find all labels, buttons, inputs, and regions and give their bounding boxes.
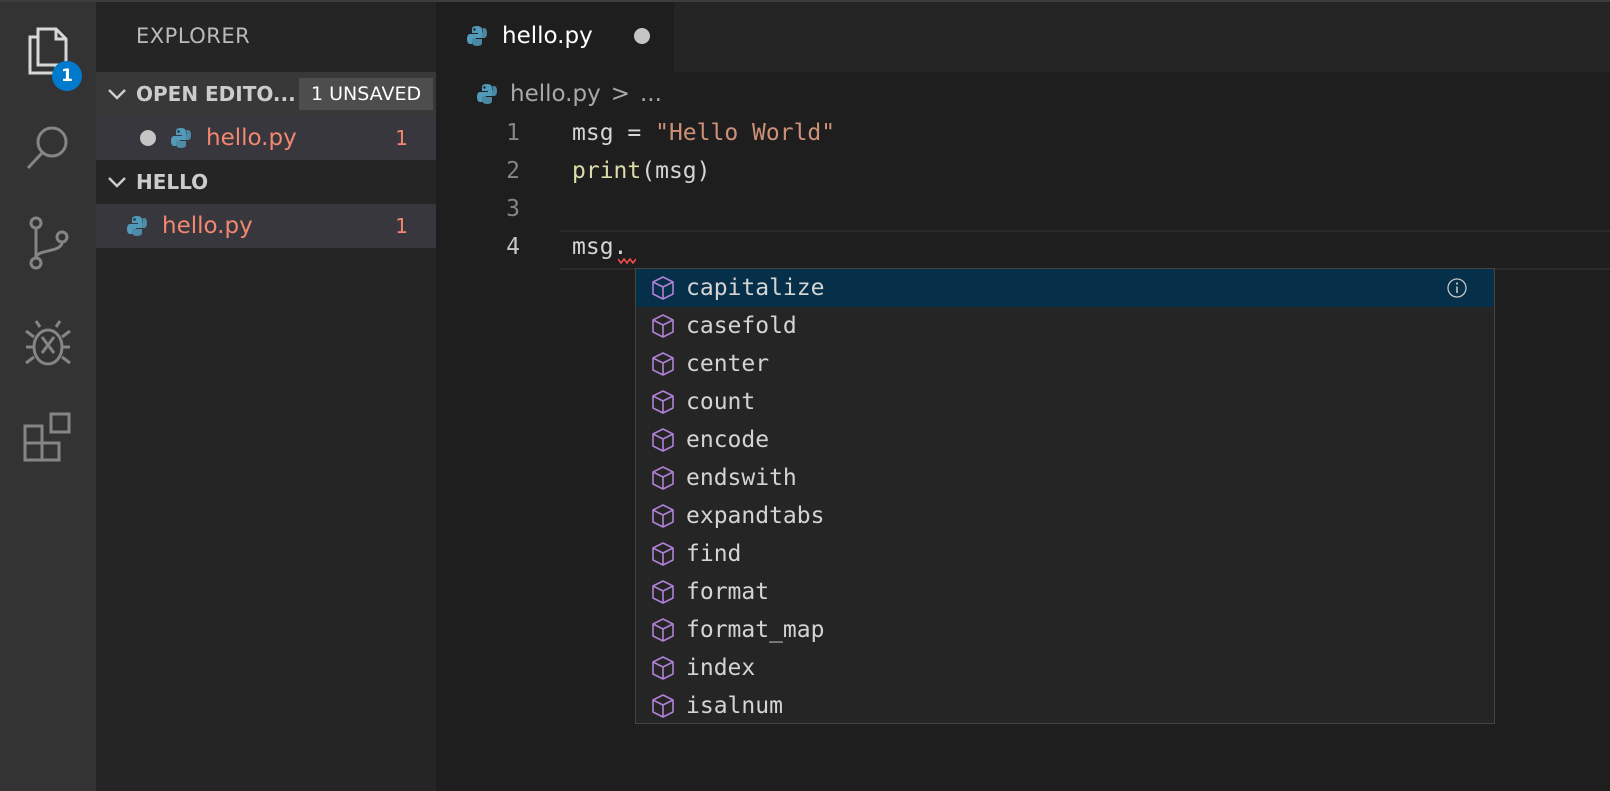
suggestion-item[interactable]: count xyxy=(636,383,1494,421)
python-file-icon xyxy=(170,127,192,149)
code-line-1[interactable]: msg = "Hello World" xyxy=(572,120,835,146)
method-icon xyxy=(650,617,676,643)
problems-count: 1 xyxy=(395,126,408,150)
suggestion-label: count xyxy=(686,389,756,415)
suggestion-label: find xyxy=(686,541,742,567)
current-line-highlight xyxy=(560,230,1610,270)
method-icon xyxy=(650,579,676,605)
explorer-sidebar: EXPLORER OPEN EDITO... 1 UNSAVED hello.p… xyxy=(96,0,436,791)
suggestion-label: capitalize xyxy=(686,275,825,301)
suggestion-label: encode xyxy=(686,427,770,453)
suggestion-item[interactable]: expandtabs xyxy=(636,497,1494,535)
sidebar-title: EXPLORER xyxy=(136,24,251,48)
source-control-button[interactable] xyxy=(0,200,96,290)
method-icon xyxy=(650,389,676,415)
code-token: (msg) xyxy=(641,158,711,184)
open-editor-filename: hello.py xyxy=(206,125,297,151)
file-tree-filename: hello.py xyxy=(162,213,253,239)
breadcrumb-symbols[interactable]: ... xyxy=(640,81,662,107)
line-number: 2 xyxy=(506,158,520,184)
line-number: 3 xyxy=(506,196,520,222)
method-icon xyxy=(650,427,676,453)
suggestion-label: isalnum xyxy=(686,693,783,719)
suggest-widget: capitalize casefold center count encode endsw… xyxy=(635,268,1495,724)
suggestion-item[interactable]: format_map xyxy=(636,611,1494,649)
debug-icon xyxy=(23,317,73,373)
code-line-4[interactable]: msg. xyxy=(572,234,627,260)
python-file-icon xyxy=(126,215,148,237)
chevron-down-icon xyxy=(106,83,128,105)
explorer-badge: 1 xyxy=(52,61,82,91)
open-editor-item[interactable]: hello.py 1 xyxy=(96,116,436,160)
suggestion-label: index xyxy=(686,655,756,681)
method-icon xyxy=(650,351,676,377)
explorer-button[interactable]: 1 xyxy=(0,8,96,98)
chevron-down-icon xyxy=(106,171,128,193)
search-icon xyxy=(24,122,72,176)
source-control-icon xyxy=(24,215,72,275)
tab-hello-py[interactable]: hello.py xyxy=(436,0,674,72)
string-token: "Hello World" xyxy=(655,120,836,146)
problems-count: 1 xyxy=(395,214,408,238)
editor-tab-bar: hello.py xyxy=(436,0,1610,72)
method-icon xyxy=(650,503,676,529)
suggestion-item[interactable]: isalnum xyxy=(636,687,1494,723)
method-icon xyxy=(650,275,676,301)
line-number: 1 xyxy=(506,120,520,146)
suggestion-item[interactable]: capitalize xyxy=(636,269,1494,307)
extensions-icon xyxy=(23,412,73,468)
tab-label: hello.py xyxy=(502,23,593,49)
open-editors-section-header[interactable]: OPEN EDITO... 1 UNSAVED xyxy=(96,72,436,116)
suggestion-label: expandtabs xyxy=(686,503,825,529)
suggestion-item[interactable]: center xyxy=(636,345,1494,383)
suggestion-item[interactable]: casefold xyxy=(636,307,1494,345)
open-editors-label: OPEN EDITO... xyxy=(136,82,296,106)
suggestion-item[interactable]: format xyxy=(636,573,1494,611)
info-icon[interactable] xyxy=(1446,277,1468,299)
breadcrumb-file[interactable]: hello.py xyxy=(510,81,601,107)
suggestion-label: endswith xyxy=(686,465,797,491)
python-file-icon xyxy=(466,25,488,47)
extensions-button[interactable] xyxy=(0,395,96,485)
error-squiggle xyxy=(618,258,636,264)
suggestion-item[interactable]: encode xyxy=(636,421,1494,459)
method-icon xyxy=(650,541,676,567)
folder-section-header[interactable]: HELLO xyxy=(96,160,436,204)
function-token: print xyxy=(572,158,642,184)
suggestion-item[interactable]: endswith xyxy=(636,459,1494,497)
modified-dot-icon xyxy=(140,130,156,146)
debug-button[interactable] xyxy=(0,300,96,390)
breadcrumb-separator: > xyxy=(610,81,630,107)
window-top-border xyxy=(0,0,1610,2)
line-number: 4 xyxy=(506,234,520,260)
suggestion-label: format xyxy=(686,579,770,605)
method-icon xyxy=(650,655,676,681)
code-line-2[interactable]: print(msg) xyxy=(572,158,711,184)
activity-bar: 1 xyxy=(0,0,96,791)
search-button[interactable] xyxy=(0,104,96,194)
suggestion-label: format_map xyxy=(686,617,825,643)
method-icon xyxy=(650,313,676,339)
suggestion-item[interactable]: find xyxy=(636,535,1494,573)
unsaved-badge: 1 UNSAVED xyxy=(299,78,434,110)
method-icon xyxy=(650,465,676,491)
file-tree-item[interactable]: hello.py 1 xyxy=(96,204,436,248)
suggestion-item[interactable]: index xyxy=(636,649,1494,687)
folder-label: HELLO xyxy=(136,170,209,194)
suggestion-label: center xyxy=(686,351,770,377)
unsaved-dot-icon[interactable] xyxy=(634,28,650,44)
suggestion-label: casefold xyxy=(686,313,797,339)
method-icon xyxy=(650,693,676,719)
python-file-icon xyxy=(476,83,498,105)
code-token: msg = xyxy=(572,120,656,146)
breadcrumb: hello.py > ... xyxy=(436,72,1610,116)
